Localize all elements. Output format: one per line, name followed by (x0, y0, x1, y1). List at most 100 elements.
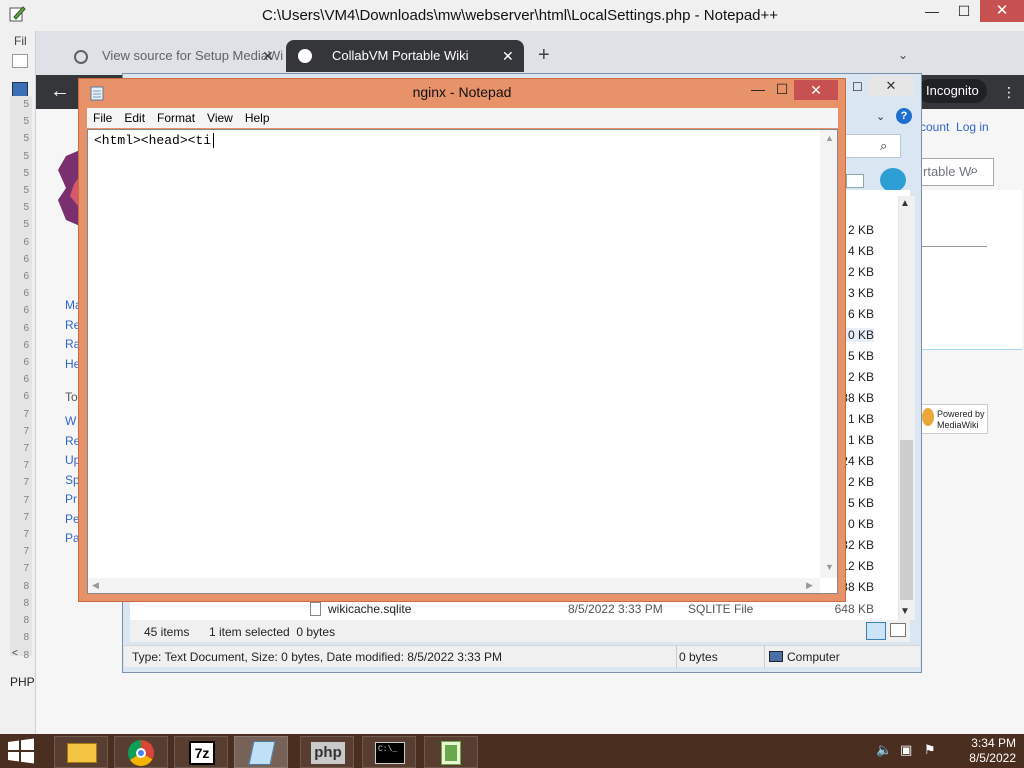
notepad-horizontal-scrollbar[interactable]: ◀ ▶ (88, 578, 820, 593)
menu-edit[interactable]: Edit (118, 111, 151, 125)
taskbar-command-prompt-button[interactable]: C:\_ (362, 736, 416, 768)
menu-file[interactable]: File (87, 111, 118, 125)
scroll-down-icon[interactable]: ▼ (900, 606, 910, 617)
search-icon[interactable]: ⌕ (880, 138, 887, 154)
notepad-content[interactable]: <html><head><ti (94, 133, 211, 148)
taskbar-7zip-button[interactable]: 7z (174, 736, 228, 768)
close-tab-icon[interactable]: ✕ (262, 40, 274, 72)
notepadpp-maximize-button[interactable]: ☐ (950, 2, 978, 22)
scroll-right-icon[interactable]: ▶ (806, 580, 813, 591)
mediawiki-sunflower-icon (922, 408, 934, 426)
explorer-scrollbar-thumb[interactable] (900, 440, 913, 600)
line-number: 8 (23, 615, 29, 627)
scroll-down-icon[interactable]: ▼ (825, 562, 834, 572)
notepadpp-line-number-gutter: 555555556666666666777777777788888 (10, 96, 32, 661)
help-icon[interactable]: ? (896, 108, 912, 124)
notepadpp-window-title: C:\Users\VM4\Downloads\mw\webserver\html… (261, 7, 779, 24)
tab-label: View source for Setup MediaWiki (102, 48, 284, 63)
notepadpp-minimize-button[interactable]: — (918, 2, 946, 22)
line-number: 6 (23, 305, 29, 317)
tab-collabvm-wiki[interactable]: CollabVM Portable Wiki ✕ (286, 40, 524, 72)
notepad-maximize-button[interactable]: ☐ (768, 80, 796, 100)
chrome-menu-icon[interactable]: ⋮ (1002, 84, 1016, 101)
line-number: 6 (23, 322, 29, 334)
line-number: 8 (23, 597, 29, 609)
7zip-icon: 7z (189, 741, 215, 765)
line-number: 7 (23, 546, 29, 558)
search-icon[interactable]: ⌕ (970, 162, 978, 179)
network-icon[interactable]: ▣ (900, 742, 912, 758)
divider (764, 646, 765, 668)
file-icon (310, 602, 321, 616)
back-arrow-icon[interactable]: ← (50, 80, 70, 103)
line-number: 5 (23, 167, 29, 179)
action-center-flag-icon[interactable]: ⚑ (924, 742, 936, 758)
menu-format[interactable]: Format (151, 111, 201, 125)
notepadpp-language-status: PHP (10, 675, 35, 689)
file-size: 648 KB (834, 602, 874, 616)
chrome-icon-center (136, 748, 146, 758)
close-tab-icon[interactable]: ✕ (502, 40, 514, 72)
menu-view[interactable]: View (201, 111, 239, 125)
explorer-status-bar: 45 items 1 item selected 0 bytes (130, 620, 910, 642)
line-number: 5 (23, 185, 29, 197)
globe-icon (74, 50, 88, 64)
scroll-up-icon[interactable]: ▲ (900, 198, 910, 209)
incognito-badge[interactable]: Incognito (918, 79, 987, 103)
scroll-left-icon[interactable]: < (12, 648, 18, 659)
taskbar-notepad-button[interactable] (234, 736, 288, 768)
line-number: 8 (23, 632, 29, 644)
menu-help[interactable]: Help (239, 111, 276, 125)
start-windows-icon[interactable] (6, 738, 36, 764)
notepad-vertical-scrollbar[interactable]: ▲ ▼ (820, 130, 837, 578)
line-number: 5 (23, 133, 29, 145)
volume-muted-icon[interactable]: 🔈 (876, 742, 892, 758)
explorer-close-button[interactable]: ✕ (868, 76, 914, 96)
explorer-search-box[interactable] (845, 134, 901, 158)
selected-file-details: Type: Text Document, Size: 0 bytes, Date… (132, 650, 502, 664)
notepad-text-area[interactable] (87, 129, 838, 594)
wiki-account-links[interactable]: count Log in (920, 120, 989, 134)
line-number: 7 (23, 494, 29, 506)
php-icon: php (311, 742, 345, 764)
details-view-icon[interactable] (866, 622, 886, 640)
location-label: Computer (787, 650, 840, 664)
notepad-close-button[interactable]: ✕ (794, 80, 838, 100)
line-number: 5 (23, 116, 29, 128)
clock-time: 3:34 PM (971, 736, 1016, 750)
new-file-icon[interactable] (12, 54, 28, 68)
clock-date: 8/5/2022 (969, 751, 1016, 765)
text-caret (213, 133, 214, 148)
table-row[interactable]: wikicache.sqlite 8/5/2022 3:33 PM SQLITE… (130, 600, 896, 618)
wiki-search-input[interactable]: rtable W (918, 158, 994, 186)
taskbar-chrome-button[interactable] (114, 736, 168, 768)
notepadpp-icon-leaf (445, 745, 457, 761)
notepadpp-file-menu[interactable]: Fil (14, 34, 27, 48)
ribbon-collapse-chevron-icon[interactable]: ⌄ (876, 110, 885, 123)
notepad-icon (248, 741, 276, 765)
scroll-up-icon[interactable]: ▲ (825, 133, 834, 143)
network-globe-icon[interactable] (880, 168, 906, 192)
line-number: 7 (23, 425, 29, 437)
computer-icon (769, 651, 783, 662)
tab-view-source[interactable]: View source for Setup MediaWiki ✕ (56, 40, 284, 72)
notepadpp-close-button[interactable]: ✕ (980, 0, 1024, 22)
tab-search-chevron-down-icon[interactable]: ⌄ (898, 48, 908, 62)
file-type: SQLITE File (688, 602, 754, 616)
explorer-maximize-button[interactable]: ☐ (852, 80, 863, 94)
notepad-window-title: nginx - Notepad (412, 84, 512, 100)
taskbar-file-explorer-button[interactable] (54, 736, 108, 768)
wiki-tools-heading: To (65, 390, 78, 404)
large-icons-view-icon[interactable] (890, 623, 906, 637)
line-number: 7 (23, 477, 29, 489)
line-number: 7 (23, 460, 29, 472)
taskbar-notepadpp-button[interactable] (424, 736, 478, 768)
taskbar-clock[interactable]: 3:34 PM 8/5/2022 (950, 736, 1016, 766)
scroll-left-icon[interactable]: ◀ (92, 580, 99, 591)
explorer-details-bar: Type: Text Document, Size: 0 bytes, Date… (124, 645, 920, 668)
preview-pane-icon[interactable] (846, 174, 864, 188)
divider (676, 646, 677, 668)
new-tab-button[interactable]: + (538, 44, 550, 67)
line-number: 6 (23, 357, 29, 369)
taskbar-php-button[interactable]: php (300, 736, 354, 768)
